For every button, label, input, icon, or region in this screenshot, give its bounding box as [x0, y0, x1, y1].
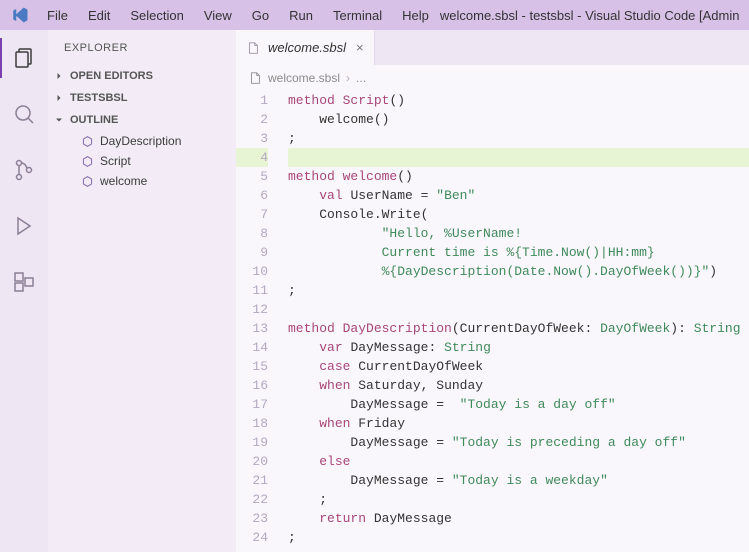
close-icon[interactable]: × — [356, 40, 364, 55]
section-label: OUTLINE — [70, 114, 118, 126]
menu-view[interactable]: View — [195, 4, 241, 27]
code-content[interactable]: method Script() welcome(); method welcom… — [288, 91, 749, 552]
activity-search-icon[interactable] — [0, 94, 48, 134]
file-icon — [248, 71, 262, 85]
menu-selection[interactable]: Selection — [121, 4, 192, 27]
line-number-gutter: 123456789101112131415161718192021222324 — [236, 91, 288, 552]
method-icon — [80, 174, 94, 188]
chevron-right-icon: › — [346, 71, 350, 85]
activity-bar — [0, 30, 48, 552]
method-icon — [80, 134, 94, 148]
breadcrumb-rest: ... — [356, 71, 366, 85]
menu-go[interactable]: Go — [243, 4, 278, 27]
vscode-logo-icon — [10, 5, 30, 25]
file-icon — [246, 41, 262, 55]
window-title: welcome.sbsl - testsbsl - Visual Studio … — [440, 8, 741, 23]
section-label: TESTSBSL — [70, 92, 127, 104]
section-project[interactable]: TESTSBSL — [48, 87, 236, 109]
outline-label: Script — [100, 154, 131, 168]
outline-item[interactable]: DayDescription — [62, 131, 236, 151]
chevron-right-icon — [52, 91, 66, 105]
activity-extensions-icon[interactable] — [0, 262, 48, 302]
code-editor[interactable]: 123456789101112131415161718192021222324 … — [236, 91, 749, 552]
outline-label: DayDescription — [100, 134, 181, 148]
outline-item[interactable]: welcome — [62, 171, 236, 191]
tab-welcome-sbsl[interactable]: welcome.sbsl × — [236, 30, 375, 65]
menu-run[interactable]: Run — [280, 4, 322, 27]
outline-item[interactable]: Script — [62, 151, 236, 171]
activity-source-control-icon[interactable] — [0, 150, 48, 190]
explorer-title: EXPLORER — [48, 30, 236, 65]
sidebar: EXPLORER OPEN EDITORS TESTSBSL OUTLINE D… — [48, 30, 236, 552]
activity-explorer-icon[interactable] — [0, 38, 48, 78]
menubar: File Edit Selection View Go Run Terminal… — [0, 0, 749, 30]
menu-help[interactable]: Help — [393, 4, 438, 27]
section-outline[interactable]: OUTLINE — [48, 109, 236, 131]
chevron-down-icon — [52, 113, 66, 127]
editor: welcome.sbsl × welcome.sbsl › ... 123456… — [236, 30, 749, 552]
menu-terminal[interactable]: Terminal — [324, 4, 391, 27]
tab-bar: welcome.sbsl × — [236, 30, 749, 65]
menu-edit[interactable]: Edit — [79, 4, 119, 27]
breadcrumb-file: welcome.sbsl — [268, 71, 340, 85]
tab-label: welcome.sbsl — [268, 40, 346, 55]
outline-label: welcome — [100, 174, 147, 188]
activity-run-debug-icon[interactable] — [0, 206, 48, 246]
method-icon — [80, 154, 94, 168]
breadcrumbs[interactable]: welcome.sbsl › ... — [236, 65, 749, 91]
chevron-right-icon — [52, 69, 66, 83]
menu-file[interactable]: File — [38, 4, 77, 27]
section-open-editors[interactable]: OPEN EDITORS — [48, 65, 236, 87]
section-label: OPEN EDITORS — [70, 70, 153, 82]
